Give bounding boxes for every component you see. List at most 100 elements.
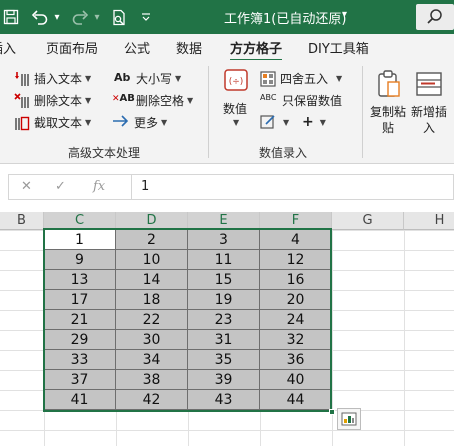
data-cell[interactable]: 33 [44,350,116,370]
data-cell[interactable]: 17 [44,290,116,310]
data-cell[interactable]: 38 [116,370,188,390]
redo-icon[interactable] [68,5,92,29]
tab-fangfanggezi[interactable]: 方方格子 [230,38,283,62]
keep-value-button[interactable]: ABC 只保留数值 [260,92,342,109]
cut-text-icon [14,115,30,131]
more-label: 更多 [134,116,159,130]
data-cell[interactable]: 2 [116,230,188,250]
column-header-b[interactable]: B [0,212,44,230]
title-caret-icon[interactable]: ▾ [342,9,347,20]
value-caret-icon[interactable]: ▼ [230,118,239,127]
active-cell[interactable]: 1 [44,230,116,250]
data-cell[interactable]: 13 [44,270,116,290]
data-cell[interactable]: 40 [260,370,332,390]
ribbon-tabs: 插入 页面布局 公式 数据 方方格子 DIY工具箱 [0,34,454,62]
column-header-d[interactable]: D [116,212,188,230]
quick-analysis-button[interactable] [337,408,361,430]
row-gridline [0,410,454,411]
data-cell[interactable]: 42 [116,390,188,410]
data-cell[interactable]: 31 [188,330,260,350]
tab-diy-toolbox[interactable]: DIY工具箱 [308,38,369,57]
data-cell[interactable]: 18 [116,290,188,310]
column-header-g[interactable]: G [332,212,404,230]
data-cell[interactable]: 19 [188,290,260,310]
value-button[interactable]: 数值 [223,100,247,117]
more-button[interactable]: 更多 ▼ [112,114,167,131]
column-header-e[interactable]: E [188,212,260,230]
save-icon[interactable] [0,5,22,29]
data-cell[interactable]: 32 [260,330,332,350]
data-cell[interactable]: 41 [44,390,116,410]
data-cell[interactable]: 36 [260,350,332,370]
data-cell[interactable]: 11 [188,250,260,270]
insert-function-icon[interactable]: fx [93,179,105,194]
data-cell[interactable]: 22 [116,310,188,330]
data-cell[interactable]: 10 [116,250,188,270]
data-cell[interactable]: 4 [260,230,332,250]
data-cell[interactable]: 39 [188,370,260,390]
data-cell[interactable]: 21 [44,310,116,330]
round-button[interactable]: 四舍五入 ▼ [260,70,342,87]
copy-paste-button[interactable]: 复制粘贴 [368,104,408,136]
delete-text-button[interactable]: 删除文本 ▼ [14,92,91,109]
column-header-f[interactable]: F [260,212,332,230]
redo-caret-icon[interactable]: ▾ [92,5,102,29]
data-cell[interactable]: 3 [188,230,260,250]
data-entry-group-label: 数值录入 [259,146,308,160]
plus-label: + [302,114,314,130]
cut-text-button[interactable]: 截取文本 ▼ [14,114,91,131]
data-cell[interactable]: 15 [188,270,260,290]
format-button[interactable]: ▼ [260,114,289,130]
abc-icon: ABC [260,92,277,102]
delete-space-icon: ✕AB [112,92,135,104]
insert-text-button[interactable]: 插入文本 ▼ [14,70,91,87]
confirm-icon[interactable]: ✓ [55,179,66,194]
new-insert-label: 新增插入 [410,105,447,135]
delete-text-label: 删除文本 [34,94,83,108]
search-button[interactable] [416,4,454,30]
data-cell[interactable]: 23 [188,310,260,330]
tab-insert[interactable]: 插入 [0,38,16,57]
format-icon [260,114,276,130]
advanced-text-group-label: 高级文本处理 [68,146,141,160]
data-cell[interactable]: 14 [116,270,188,290]
data-cell[interactable]: 24 [260,310,332,330]
undo-caret-icon[interactable]: ▾ [52,5,62,29]
spreadsheet-grid[interactable]: B C D E F G H 1 2 3 4 9 10 11 12 13 14 15 16 17 18 19 2… [0,212,454,446]
data-cell[interactable]: 20 [260,290,332,310]
delete-space-button[interactable]: ✕AB 删除空格 ▼ [112,92,193,109]
data-cell[interactable]: 29 [44,330,116,350]
cancel-icon[interactable]: ✕ [21,179,32,194]
tab-data[interactable]: 数据 [176,38,202,57]
data-cell[interactable]: 44 [260,390,332,410]
title-bar: ▾ ▾ 工作簿1(已自动还原) ▾ [0,0,454,34]
case-ab-icon: Ab [114,70,131,84]
case-button[interactable]: Ab 大小写 ▼ [114,70,181,87]
data-cell[interactable]: 12 [260,250,332,270]
data-cell[interactable]: 16 [260,270,332,290]
cut-text-label: 截取文本 [34,116,83,130]
tab-formulas[interactable]: 公式 [124,38,150,57]
copy-paste-icon [374,68,404,100]
customize-qat-icon[interactable] [136,5,156,29]
window-title: 工作簿1(已自动还原) [224,12,347,27]
delete-text-icon [14,92,30,109]
data-cell[interactable]: 43 [188,390,260,410]
data-cell[interactable]: 9 [44,250,116,270]
insert-text-icon [14,71,30,87]
data-cell[interactable]: 35 [188,350,260,370]
column-header-h[interactable]: H [404,212,454,230]
new-insert-button[interactable]: 新增插入 [408,104,450,136]
data-cell[interactable]: 37 [44,370,116,390]
tab-page-layout[interactable]: 页面布局 [46,38,98,57]
data-cell[interactable]: 34 [116,350,188,370]
print-preview-icon[interactable] [108,5,130,29]
group-separator [208,66,209,158]
data-cell[interactable]: 30 [116,330,188,350]
formula-bar-area: ✕ ✓ fx 1 [0,164,454,212]
formula-input[interactable]: 1 [141,179,149,194]
undo-icon[interactable] [28,5,52,29]
fill-handle[interactable] [329,409,335,415]
plus-button[interactable]: + ▼ [302,114,326,130]
column-header-c[interactable]: C [44,212,116,230]
